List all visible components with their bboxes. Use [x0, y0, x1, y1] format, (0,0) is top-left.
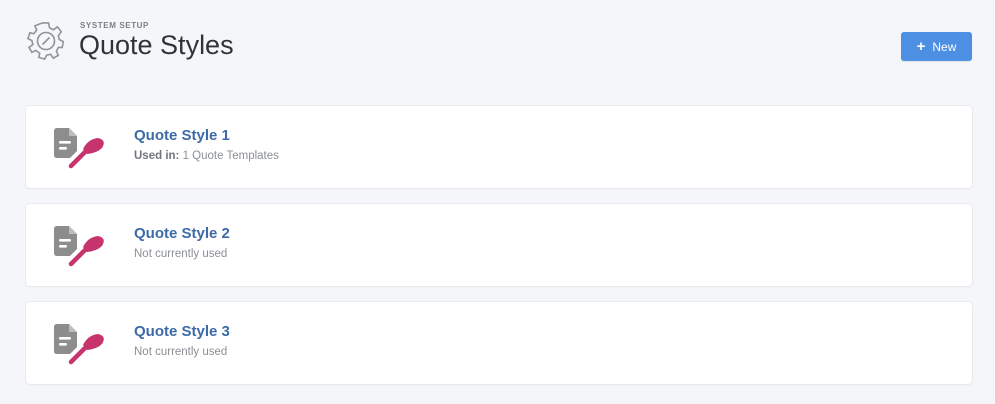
quote-style-card[interactable]: Quote Style 2 Not currently used	[26, 204, 972, 286]
usage-value: Not currently used	[134, 346, 228, 358]
usage-value: Not currently used	[134, 248, 228, 260]
gear-icon	[27, 22, 65, 61]
new-button-label: New	[932, 39, 957, 54]
quote-style-name[interactable]: Quote Style 1	[134, 127, 230, 144]
page-title: Quote Styles	[79, 30, 234, 60]
page-header: SYSTEM SETUP Quote Styles + New	[0, 0, 995, 90]
new-button[interactable]: + New	[901, 32, 972, 61]
quote-style-card[interactable]: Quote Style 3 Not currently used	[26, 302, 972, 384]
plus-icon: +	[916, 37, 926, 55]
section-eyebrow: SYSTEM SETUP	[80, 21, 149, 30]
quote-style-usage: Not currently used	[134, 346, 227, 358]
usage-value: 1 Quote Templates	[182, 150, 279, 162]
quote-style-card[interactable]: Quote Style 1 Used in: 1 Quote Templates	[26, 106, 972, 188]
document-brush-icon	[54, 128, 104, 169]
quote-style-usage: Used in: 1 Quote Templates	[134, 150, 279, 162]
document-brush-icon	[54, 324, 104, 365]
quote-style-usage: Not currently used	[134, 248, 227, 260]
quote-style-name[interactable]: Quote Style 2	[134, 225, 230, 242]
usage-label: Used in:	[134, 150, 180, 162]
document-brush-icon	[54, 226, 104, 267]
quote-style-name[interactable]: Quote Style 3	[134, 323, 230, 340]
